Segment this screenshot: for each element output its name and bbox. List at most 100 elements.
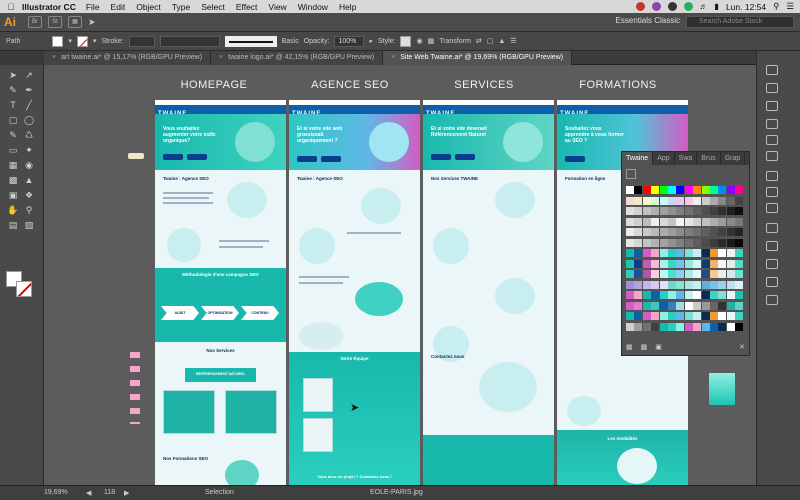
color-swatch[interactable] [651,280,660,289]
brush-preview[interactable] [224,35,277,47]
menu-view[interactable]: View [268,2,286,12]
color-swatch[interactable] [684,280,693,289]
color-swatch[interactable] [676,186,685,194]
color-swatch[interactable] [701,270,710,278]
record-icon[interactable] [635,2,645,11]
hero-button[interactable] [297,156,317,162]
color-swatch[interactable] [684,322,693,331]
service-card-2[interactable] [225,390,277,434]
color-swatch[interactable] [676,291,685,299]
color-swatch[interactable] [701,312,710,320]
color-swatch[interactable] [701,238,710,247]
style-swatch[interactable] [400,35,412,47]
tool-icon[interactable]: ▨ [22,219,36,231]
close-icon[interactable]: × [219,54,223,61]
color-swatch[interactable] [726,312,735,320]
color-swatch[interactable] [651,322,660,331]
select-similar-icon[interactable]: ▲ [498,38,505,45]
color-swatch[interactable] [676,228,685,236]
color-swatch[interactable] [718,186,727,194]
color-swatch[interactable] [710,259,718,268]
color-swatch[interactable] [651,186,660,194]
color-swatch[interactable] [701,228,710,236]
color-swatch[interactable] [701,207,710,215]
tool-icon[interactable]: ↗ [22,69,36,81]
color-swatch[interactable] [726,196,735,205]
flip-icon[interactable]: ⇄ [476,37,482,45]
transform-label[interactable]: Transform [439,38,471,45]
stroke-weight-field[interactable] [128,35,155,47]
color-swatch[interactable] [693,280,702,289]
color-swatch[interactable] [726,291,735,299]
color-swatch[interactable] [718,280,727,289]
color-swatch[interactable] [693,312,702,320]
color-swatch[interactable] [642,228,651,236]
color-swatch[interactable] [626,238,634,247]
color-swatch[interactable] [626,217,634,226]
color-swatch[interactable] [693,217,702,226]
color-swatch[interactable] [735,280,744,289]
color-swatch[interactable] [710,196,718,205]
gradient-swatch-object[interactable] [709,373,735,405]
recolor-icon[interactable]: ◉ [416,37,422,45]
color-swatch[interactable] [626,196,634,205]
color-swatch[interactable] [710,301,718,310]
color-swatch[interactable] [701,259,710,268]
color-swatch[interactable] [676,312,685,320]
color-swatch[interactable] [659,217,668,226]
color-swatch[interactable] [735,196,744,205]
color-swatch[interactable] [626,291,634,299]
menu-file[interactable]: File [86,2,100,12]
tab-art-twaine[interactable]: × art twaine.ai* @ 15,17% (RGB/GPU Previe… [44,51,212,65]
color-swatch[interactable] [626,280,634,289]
color-swatch[interactable] [626,259,634,268]
color-swatch[interactable] [701,196,710,205]
stroke-color-swatch[interactable] [16,281,32,297]
color-swatch[interactable] [735,301,744,310]
color-swatch[interactable] [718,322,727,331]
color-swatch[interactable] [676,270,685,278]
color-swatch[interactable] [710,322,718,331]
color-swatch[interactable] [701,217,710,226]
color-swatch[interactable] [693,196,702,205]
new-swatch-icon[interactable]: ▣ [655,343,662,352]
zoom-level[interactable]: 19,69% [44,489,68,496]
tool-icon[interactable]: ▩ [6,174,20,186]
color-swatch[interactable] [634,238,643,247]
fill-swatch[interactable] [52,35,64,47]
tray-app-icon[interactable] [651,2,661,11]
color-swatch[interactable] [710,270,718,278]
color-swatch[interactable] [676,207,685,215]
hero-button[interactable] [565,156,585,162]
color-swatch[interactable] [710,312,718,320]
color-swatch[interactable] [710,280,718,289]
dock-panel-icon[interactable] [766,65,778,75]
color-swatch[interactable] [701,291,710,299]
color-swatch[interactable] [735,217,744,226]
color-swatch[interactable] [726,270,735,278]
tray-app-icon-2[interactable] [667,2,677,11]
color-swatch[interactable] [684,196,693,205]
color-swatch[interactable] [726,228,735,236]
color-swatch[interactable] [701,249,710,257]
color-swatch[interactable] [626,186,634,194]
menu-edit[interactable]: Edit [111,2,126,12]
dock-panel-icon[interactable] [766,101,778,111]
color-swatch[interactable] [659,249,668,257]
color-swatch[interactable] [634,207,643,215]
color-swatch[interactable] [634,217,643,226]
new-color-group-icon[interactable]: ▩ [641,343,648,352]
color-swatch[interactable] [735,291,744,299]
color-swatch[interactable] [684,291,693,299]
search-icon[interactable]: ⚲ [773,1,779,12]
tool-icon[interactable]: ✒ [22,84,36,96]
align-icon[interactable]: ▩ [428,37,435,45]
color-swatch[interactable] [735,270,744,278]
color-swatch[interactable] [626,322,634,331]
color-swatch[interactable] [659,207,668,215]
dock-panel-icon[interactable] [766,259,778,269]
color-swatch[interactable] [684,249,693,257]
color-swatch[interactable] [659,259,668,268]
color-swatch[interactable] [651,207,660,215]
color-swatch[interactable] [642,196,651,205]
